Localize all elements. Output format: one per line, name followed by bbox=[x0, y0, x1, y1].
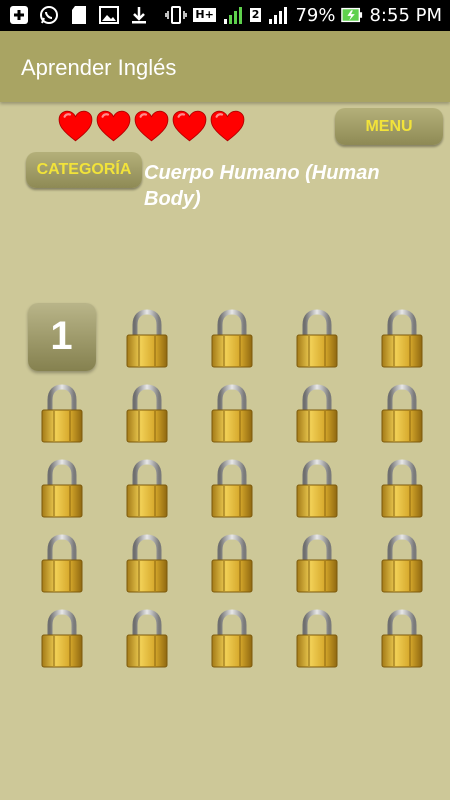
lives-hearts bbox=[58, 110, 245, 142]
battery-charging-icon bbox=[341, 4, 363, 26]
padlock-icon bbox=[211, 608, 252, 667]
padlock-icon bbox=[126, 458, 167, 517]
padlock-icon bbox=[381, 608, 422, 667]
padlock-icon bbox=[381, 383, 422, 442]
level-button-locked[interactable] bbox=[104, 301, 189, 376]
padlock-icon bbox=[41, 458, 82, 517]
level-button-locked[interactable] bbox=[19, 451, 104, 526]
category-name: Cuerpo Humano (Human Body) bbox=[144, 162, 380, 210]
system-status: H+ 2 79% 8:55 PM bbox=[165, 4, 442, 26]
level-button-locked[interactable] bbox=[274, 376, 359, 451]
level-button-locked[interactable] bbox=[274, 526, 359, 601]
padlock-icon bbox=[126, 383, 167, 442]
level-button-locked[interactable] bbox=[189, 376, 274, 451]
level-button-locked[interactable] bbox=[359, 526, 444, 601]
heart-icon bbox=[58, 110, 93, 142]
padlock-icon bbox=[126, 308, 167, 367]
level-button-locked[interactable] bbox=[189, 526, 274, 601]
network-type-label: H+ bbox=[193, 8, 216, 22]
notification-icons bbox=[8, 4, 150, 26]
signal-sim1-icon bbox=[222, 4, 244, 26]
level-button-locked[interactable] bbox=[359, 376, 444, 451]
app-bar: Aprender Inglés bbox=[0, 31, 450, 102]
padlock-icon bbox=[381, 308, 422, 367]
whatsapp-icon bbox=[38, 4, 60, 26]
level-grid: 1 bbox=[19, 301, 444, 676]
padlock-icon bbox=[211, 533, 252, 592]
level-button-locked[interactable] bbox=[19, 526, 104, 601]
padlock-icon bbox=[211, 308, 252, 367]
plus-icon bbox=[8, 4, 30, 26]
padlock-icon bbox=[296, 533, 337, 592]
heart-icon bbox=[134, 110, 169, 142]
padlock-icon bbox=[296, 383, 337, 442]
padlock-icon bbox=[381, 533, 422, 592]
level-button-locked[interactable] bbox=[19, 376, 104, 451]
level-button-unlocked[interactable]: 1 bbox=[27, 302, 96, 371]
level-button-locked[interactable] bbox=[19, 601, 104, 676]
menu-button[interactable]: MENU bbox=[335, 108, 443, 145]
level-button-locked[interactable] bbox=[359, 601, 444, 676]
padlock-icon bbox=[211, 383, 252, 442]
level-button-locked[interactable] bbox=[189, 451, 274, 526]
heart-icon bbox=[210, 110, 245, 142]
level-button-locked[interactable] bbox=[104, 601, 189, 676]
heart-icon bbox=[172, 110, 207, 142]
category-button[interactable]: CATEGORÍA bbox=[26, 152, 142, 188]
level-button-locked[interactable] bbox=[104, 376, 189, 451]
padlock-icon bbox=[296, 308, 337, 367]
padlock-icon bbox=[41, 608, 82, 667]
clock: 8:55 PM bbox=[369, 4, 442, 26]
level-button-locked[interactable] bbox=[359, 451, 444, 526]
app-title: Aprender Inglés bbox=[21, 55, 177, 80]
signal-sim2-icon bbox=[267, 4, 289, 26]
padlock-icon bbox=[126, 608, 167, 667]
status-bar: H+ 2 79% 8:55 PM bbox=[0, 0, 450, 31]
level-button-locked[interactable] bbox=[189, 601, 274, 676]
padlock-icon bbox=[211, 458, 252, 517]
level-button-locked[interactable] bbox=[189, 301, 274, 376]
level-button-locked[interactable] bbox=[359, 301, 444, 376]
padlock-icon bbox=[126, 533, 167, 592]
level-button-locked[interactable] bbox=[274, 601, 359, 676]
level-cell: 1 bbox=[19, 301, 104, 376]
heart-icon bbox=[96, 110, 131, 142]
sim2-label: 2 bbox=[249, 8, 262, 22]
padlock-icon bbox=[41, 533, 82, 592]
padlock-icon bbox=[41, 383, 82, 442]
vibrate-icon bbox=[165, 4, 188, 26]
level-button-locked[interactable] bbox=[104, 451, 189, 526]
battery-percent: 79% bbox=[295, 4, 336, 26]
image-icon bbox=[98, 4, 120, 26]
level-button-locked[interactable] bbox=[104, 526, 189, 601]
level-button-locked[interactable] bbox=[274, 301, 359, 376]
padlock-icon bbox=[296, 458, 337, 517]
level-button-locked[interactable] bbox=[274, 451, 359, 526]
padlock-icon bbox=[381, 458, 422, 517]
download-icon bbox=[128, 4, 150, 26]
padlock-icon bbox=[296, 608, 337, 667]
sd-card-icon bbox=[68, 4, 90, 26]
